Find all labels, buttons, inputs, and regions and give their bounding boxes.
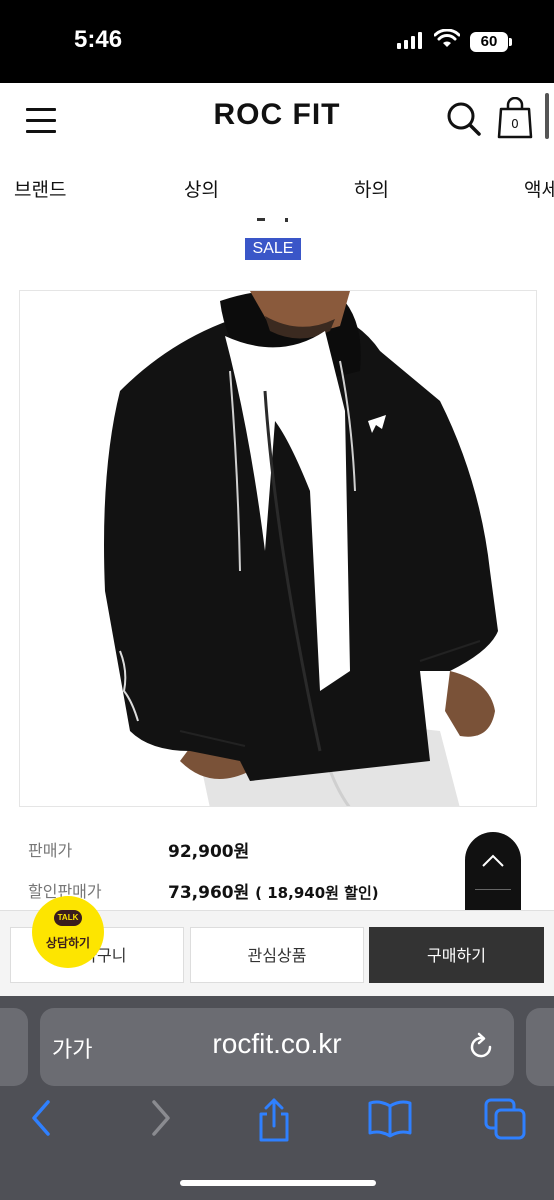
- category-accessories[interactable]: 액세: [524, 175, 554, 202]
- sale-badge: SALE: [245, 238, 301, 260]
- buy-now-button[interactable]: 구매하기: [369, 927, 544, 983]
- site-header: ROC FIT 0: [0, 83, 554, 163]
- previous-tab-preview[interactable]: [0, 1008, 28, 1086]
- discount-amount: ( 18,940원 할인): [255, 884, 379, 902]
- browser-chrome: 가가 rocfit.co.kr: [0, 996, 554, 1200]
- category-tops[interactable]: 상의: [184, 175, 219, 202]
- battery-icon: 60: [470, 32, 512, 52]
- page: 5:46 60 ROC FIT 0 브랜드 상의 하의 액세 SALE 판매가 …: [0, 0, 554, 1200]
- address-bar[interactable]: 가가 rocfit.co.kr: [40, 1008, 514, 1086]
- status-time: 5:46: [74, 26, 123, 53]
- list-price-label: 판매가: [28, 841, 73, 860]
- url-text[interactable]: rocfit.co.kr: [40, 1028, 514, 1060]
- wifi-icon: [434, 29, 460, 47]
- list-price-value: 92,900원: [168, 842, 250, 862]
- search-icon[interactable]: [446, 101, 482, 137]
- list-price-row: 판매가 92,900원: [28, 837, 448, 867]
- share-icon[interactable]: [256, 1098, 292, 1142]
- cropped-title-fragment: [257, 218, 288, 222]
- bookmarks-icon[interactable]: [368, 1098, 412, 1138]
- discount-price-value: 73,960원: [168, 883, 250, 903]
- kakao-chat-button[interactable]: TALK 상담하기: [32, 896, 104, 968]
- cart-count: 0: [511, 117, 519, 131]
- kakao-talk-icon: TALK: [54, 910, 82, 926]
- next-tab-preview[interactable]: [526, 1008, 554, 1086]
- tabs-icon[interactable]: [484, 1098, 526, 1140]
- cart-button[interactable]: 0: [497, 96, 533, 139]
- cellular-signal-icon: [397, 31, 422, 49]
- kakao-chat-label: 상담하기: [45, 936, 91, 950]
- scroll-indicator: [545, 93, 549, 139]
- hoodie-photo: [20, 291, 536, 806]
- wishlist-button[interactable]: 관심상품: [190, 927, 364, 983]
- reload-icon[interactable]: [466, 1032, 496, 1062]
- category-bottoms[interactable]: 하의: [354, 175, 389, 202]
- category-brand[interactable]: 브랜드: [14, 175, 66, 202]
- discount-price-value-wrap: 73,960원 ( 18,940원 할인): [168, 878, 379, 903]
- category-nav: 브랜드 상의 하의 액세: [0, 163, 554, 213]
- product-image[interactable]: [19, 290, 537, 807]
- status-bar: 5:46 60: [0, 0, 554, 83]
- home-indicator: [180, 1180, 376, 1186]
- scroll-up-icon[interactable]: [465, 832, 521, 888]
- forward-icon[interactable]: [148, 1098, 174, 1138]
- back-icon[interactable]: [28, 1098, 54, 1138]
